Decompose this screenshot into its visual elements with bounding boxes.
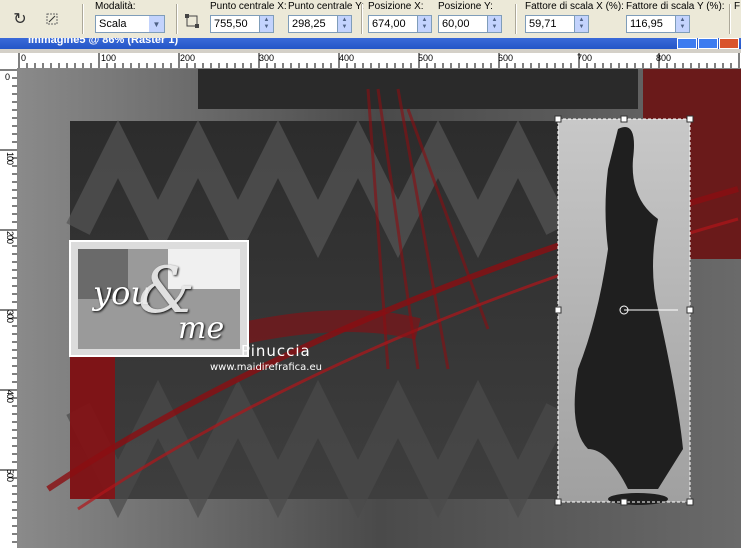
reset-rotate-icon[interactable]: ↻ [8, 7, 32, 31]
signature-text: Pinuccia [241, 342, 311, 360]
scale-x-label: Fattore di scala X (%): [525, 1, 624, 12]
logo-text-me: me [178, 311, 225, 346]
ruler-label: 0 [21, 53, 27, 63]
center-x-value: 755,50 [214, 18, 248, 30]
mode-label: Modalità: [95, 1, 136, 12]
spinner[interactable]: ▲ ▼ [487, 16, 501, 32]
close-button[interactable] [719, 38, 739, 49]
ruler-label: 600 [498, 53, 514, 63]
pos-y-input[interactable]: 60,00 ▲ ▼ [438, 15, 502, 33]
center-y-input[interactable]: 298,25 ▲ ▼ [288, 15, 352, 33]
scale-x-group: Fattore di scala X (%): 59,71 ▲ ▼ [525, 1, 624, 33]
ruler-corner [0, 53, 18, 69]
ruler-label: 300 [259, 53, 275, 63]
scale-y-group: Fattore di scala Y (%): 116,95 ▲ ▼ [626, 1, 725, 33]
spinner[interactable]: ▲ ▼ [574, 16, 588, 32]
ruler-label: 200 [5, 231, 15, 244]
mode-value: Scala [99, 18, 127, 30]
spinner[interactable]: ▲ ▼ [259, 16, 273, 32]
ruler-label: 100 [101, 53, 117, 63]
spinner[interactable]: ▲ ▼ [675, 16, 689, 32]
center-x-input[interactable]: 755,50 ▲ ▼ [210, 15, 274, 33]
center-y-label: Punto centrale Y: [288, 1, 364, 12]
pos-x-value: 674,00 [372, 18, 406, 30]
ruler-label: 0 [5, 72, 11, 82]
mode-group: Modalità: Scala ▼ [95, 1, 165, 33]
scale-y-input[interactable]: 116,95 ▲ ▼ [626, 15, 690, 33]
mode-select[interactable]: Scala ▼ [95, 15, 165, 33]
ruler-label: 400 [5, 390, 15, 403]
deform-tool-icon[interactable] [40, 7, 64, 31]
center-x-label: Punto centrale X: [210, 1, 287, 12]
image-window-titlebar[interactable]: Immagine5 @ 86% (Raster 1) [0, 38, 741, 49]
ruler-label: 100 [5, 152, 15, 165]
ruler-ticks [18, 53, 740, 68]
vertical-ruler[interactable]: 0 100 200 300 400 500 [0, 68, 18, 548]
maximize-button[interactable] [698, 38, 718, 49]
horizontal-ruler[interactable]: 0 100 200 300 400 500 600 700 800 [17, 53, 741, 69]
ruler-label: 300 [5, 310, 15, 323]
pos-x-group: Posizione X: 674,00 ▲ ▼ [368, 1, 432, 33]
scale-y-label: Fattore di scala Y (%): [626, 1, 725, 12]
pos-x-input[interactable]: 674,00 ▲ ▼ [368, 15, 432, 33]
ruler-label: 200 [180, 53, 196, 63]
center-y-value: 298,25 [292, 18, 326, 30]
window-title: Immagine5 @ 86% (Raster 1) [28, 38, 179, 46]
pos-y-value: 60,00 [442, 18, 470, 30]
center-x-group: Punto centrale X: 755,50 ▲ ▼ [210, 1, 287, 33]
scale-x-value: 59,71 [529, 18, 557, 30]
image-canvas[interactable]: you & me Pinuccia www.maidirefrafica.eu [18, 69, 741, 548]
ruler-label: 400 [339, 53, 355, 63]
ruler-label: 500 [5, 469, 15, 482]
ruler-label: 700 [577, 53, 593, 63]
website-text: www.maidirefrafica.eu [210, 362, 322, 373]
chevron-down-icon[interactable]: ▼ [149, 16, 164, 32]
scale-y-value: 116,95 [630, 18, 663, 30]
pos-y-group: Posizione Y: 60,00 ▲ ▼ [438, 1, 502, 33]
ruler-label: 500 [418, 53, 434, 63]
scale-x-input[interactable]: 59,71 ▲ ▼ [525, 15, 589, 33]
ruler-label: 800 [656, 53, 672, 63]
spinner[interactable]: ▲ ▼ [417, 16, 431, 32]
tool-options-bar: ↻ Modalità: Scala ▼ Punto centrale X: 75… [0, 0, 741, 39]
center-y-group: Punto centrale Y: 298,25 ▲ ▼ [288, 1, 364, 33]
spinner[interactable]: ▲ ▼ [337, 16, 351, 32]
pos-x-label: Posizione X: [368, 1, 424, 12]
pos-y-label: Posizione Y: [438, 1, 493, 12]
truncated-label: F [734, 1, 741, 12]
minimize-button[interactable] [677, 38, 697, 49]
transform-icon[interactable] [180, 9, 204, 33]
